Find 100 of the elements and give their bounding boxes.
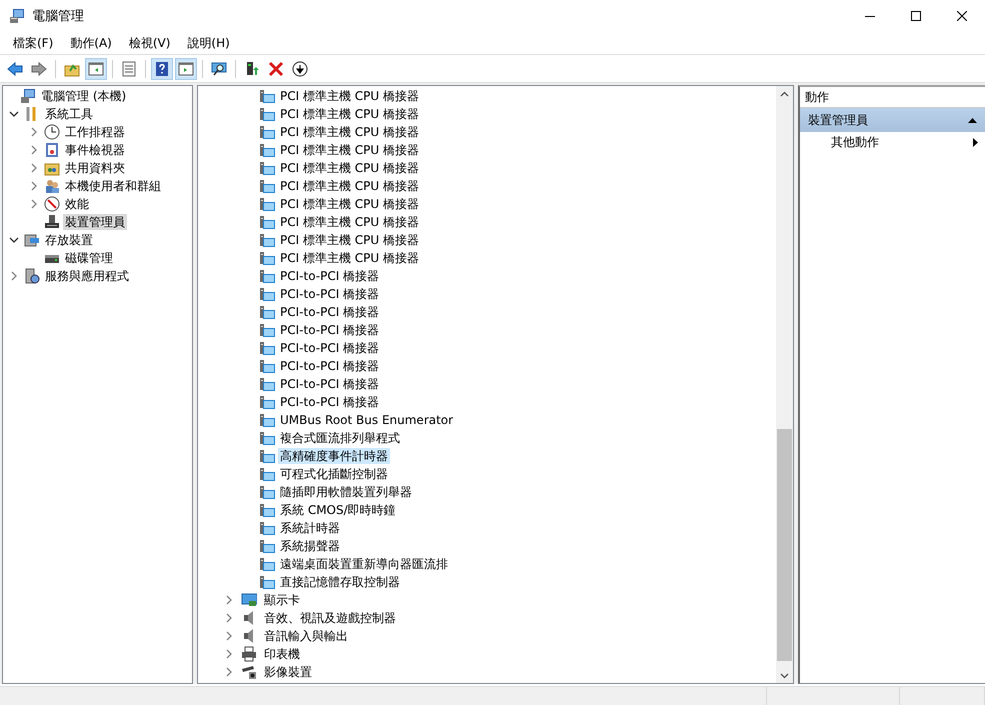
tree-item[interactable]: 服務與應用程式 bbox=[43, 268, 131, 284]
device-item[interactable]: PCI 標準主機 CPU 橋接器 bbox=[278, 88, 421, 104]
device-item[interactable]: PCI 標準主機 CPU 橋接器 bbox=[278, 142, 421, 158]
tree-item[interactable]: 工作排程器 bbox=[63, 124, 127, 140]
action-item[interactable]: 其他動作 bbox=[831, 134, 879, 151]
tree-item[interactable]: 系統工具 bbox=[43, 106, 95, 122]
device-update-icon bbox=[244, 60, 260, 76]
pane-icon bbox=[88, 60, 104, 76]
device-item[interactable]: PCI-to-PCI 橋接器 bbox=[278, 322, 382, 338]
device-item[interactable]: PCI 標準主機 CPU 橋接器 bbox=[278, 106, 421, 122]
tree-item[interactable]: 共用資料夾 bbox=[63, 160, 127, 176]
device-item[interactable]: 系統計時器 bbox=[278, 520, 342, 536]
device-item[interactable]: PCI 標準主機 CPU 橋接器 bbox=[278, 214, 421, 230]
scroll-up-icon[interactable] bbox=[780, 91, 789, 97]
expand-caret-icon[interactable] bbox=[224, 595, 234, 605]
computer-icon bbox=[259, 250, 275, 266]
computer-icon bbox=[259, 160, 275, 176]
device-item[interactable]: UMBus Root Bus Enumerator bbox=[278, 412, 456, 428]
device-item[interactable]: 高精確度事件計時器 bbox=[278, 448, 390, 464]
device-item[interactable]: PCI-to-PCI 橋接器 bbox=[278, 268, 382, 284]
device-item[interactable]: PCI 標準主機 CPU 橋接器 bbox=[278, 124, 421, 140]
expand-caret-icon[interactable] bbox=[29, 163, 39, 173]
computer-icon bbox=[259, 304, 275, 320]
section-header[interactable]: 裝置管理員 bbox=[800, 108, 985, 132]
computer-icon bbox=[259, 88, 275, 104]
category-item[interactable]: 影像裝置 bbox=[262, 664, 314, 680]
computer-icon bbox=[259, 124, 275, 140]
submenu-arrow-icon bbox=[973, 138, 979, 147]
expand-caret-icon[interactable] bbox=[224, 631, 234, 641]
collapse-caret-icon[interactable] bbox=[9, 109, 19, 119]
device-item[interactable]: 複合式匯流排列舉程式 bbox=[278, 430, 402, 446]
computer-icon bbox=[259, 322, 275, 338]
window-title: 電腦管理 bbox=[32, 8, 84, 25]
device-item[interactable]: 遠端桌面裝置重新導向器匯流排 bbox=[278, 556, 450, 572]
device-item[interactable]: PCI 標準主機 CPU 橋接器 bbox=[278, 178, 421, 194]
tree-item[interactable]: 事件檢視器 bbox=[63, 142, 127, 158]
device-item[interactable]: 直接記憶體存取控制器 bbox=[278, 574, 402, 590]
menu-item[interactable]: 檔案(F) bbox=[6, 34, 60, 52]
device-item[interactable]: PCI-to-PCI 橋接器 bbox=[278, 304, 382, 320]
device-item[interactable]: PCI 標準主機 CPU 橋接器 bbox=[278, 232, 421, 248]
computer-icon bbox=[259, 502, 275, 518]
tree-item[interactable]: 電腦管理 (本機) bbox=[39, 88, 128, 104]
computer-icon bbox=[259, 376, 275, 392]
expand-caret-icon[interactable] bbox=[29, 145, 39, 155]
expand-caret-icon[interactable] bbox=[29, 199, 39, 209]
menu-item[interactable]: 說明(H) bbox=[180, 34, 237, 52]
properties-icon bbox=[121, 60, 137, 76]
printer-icon bbox=[241, 646, 257, 662]
pane-icon bbox=[178, 60, 194, 76]
expand-caret-icon[interactable] bbox=[29, 181, 39, 191]
device-item[interactable]: PCI-to-PCI 橋接器 bbox=[278, 376, 382, 392]
device-item[interactable]: PCI-to-PCI 橋接器 bbox=[278, 358, 382, 374]
computer-icon bbox=[259, 196, 275, 212]
computer-icon bbox=[259, 520, 275, 536]
device-item[interactable]: PCI 標準主機 CPU 橋接器 bbox=[278, 196, 421, 212]
scroll-thumb[interactable] bbox=[777, 429, 792, 661]
computer-icon bbox=[259, 430, 275, 446]
expand-caret-icon[interactable] bbox=[224, 649, 234, 659]
storage-icon bbox=[24, 232, 40, 248]
category-item[interactable]: 印表機 bbox=[262, 646, 302, 662]
computer-icon bbox=[20, 88, 36, 104]
device-item[interactable]: 隨插即用軟體裝置列舉器 bbox=[278, 484, 414, 500]
expand-caret-icon[interactable] bbox=[29, 127, 39, 137]
computer-icon bbox=[259, 484, 275, 500]
expand-caret-icon[interactable] bbox=[224, 613, 234, 623]
collapse-caret-icon[interactable] bbox=[9, 235, 19, 245]
tree-item[interactable]: 本機使用者和群組 bbox=[63, 178, 163, 194]
device-item[interactable]: 系統 CMOS/即時時鐘 bbox=[278, 502, 398, 518]
computer-icon bbox=[259, 448, 275, 464]
services-icon bbox=[24, 268, 40, 284]
menu-item[interactable]: 檢視(V) bbox=[122, 34, 178, 52]
computer-icon bbox=[9, 8, 25, 24]
tree-item[interactable]: 裝置管理員 bbox=[63, 214, 127, 230]
computer-icon bbox=[259, 214, 275, 230]
close-icon bbox=[957, 11, 967, 21]
clock-icon bbox=[44, 124, 60, 140]
device-item[interactable]: PCI 標準主機 CPU 橋接器 bbox=[278, 160, 421, 176]
device-item[interactable]: PCI-to-PCI 橋接器 bbox=[278, 394, 382, 410]
device-item[interactable]: 可程式化插斷控制器 bbox=[278, 466, 390, 482]
scrollbar[interactable] bbox=[776, 86, 793, 683]
category-item[interactable]: 音訊輸入與輸出 bbox=[262, 628, 350, 644]
toolbar-button[interactable] bbox=[151, 58, 173, 80]
tree-item[interactable]: 存放裝置 bbox=[43, 232, 95, 248]
camera-icon bbox=[241, 664, 257, 680]
scroll-down-icon[interactable] bbox=[780, 673, 789, 679]
computer-icon bbox=[259, 574, 275, 590]
category-item[interactable]: 顯示卡 bbox=[262, 592, 302, 608]
device-item[interactable]: PCI-to-PCI 橋接器 bbox=[278, 286, 382, 302]
menu-item[interactable]: 動作(A) bbox=[63, 34, 119, 52]
device-item[interactable]: 系統揚聲器 bbox=[278, 538, 342, 554]
tree-item[interactable]: 效能 bbox=[63, 196, 91, 212]
computer-icon bbox=[259, 178, 275, 194]
tree-item[interactable]: 磁碟管理 bbox=[63, 250, 115, 266]
device-item[interactable]: PCI-to-PCI 橋接器 bbox=[278, 340, 382, 356]
forward-arrow-icon bbox=[31, 60, 47, 76]
expand-caret-icon[interactable] bbox=[9, 271, 19, 281]
event-log-icon bbox=[44, 142, 60, 158]
expand-caret-icon[interactable] bbox=[224, 667, 234, 677]
device-item[interactable]: PCI 標準主機 CPU 橋接器 bbox=[278, 250, 421, 266]
category-item[interactable]: 音效、視訊及遊戲控制器 bbox=[262, 610, 398, 626]
